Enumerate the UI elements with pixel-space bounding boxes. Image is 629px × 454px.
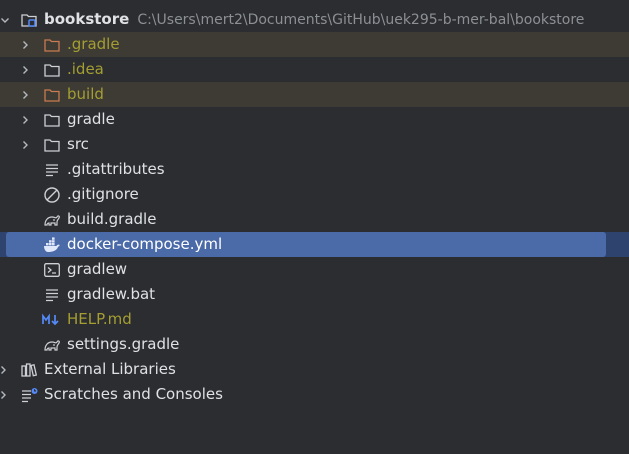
- tree-row-src[interactable]: src: [0, 132, 629, 157]
- tree-row-external-libraries[interactable]: External Libraries: [0, 357, 629, 382]
- ignore-file-icon: [43, 186, 61, 204]
- tree-row-build-gradle[interactable]: build.gradle: [0, 207, 629, 232]
- chevron-down-icon[interactable]: [0, 7, 12, 32]
- tree-row-project-root[interactable]: bookstore C:\Users\mert2\Documents\GitHub…: [0, 7, 629, 32]
- chevron-right-icon[interactable]: [0, 357, 10, 382]
- tree-row-dot-gradle[interactable]: .gradle: [0, 32, 629, 57]
- gradle-elephant-icon: [43, 211, 61, 229]
- tree-item-label: .gitignore: [67, 185, 139, 203]
- markdown-icon: [41, 311, 63, 329]
- tree-row-gradlew[interactable]: gradlew: [0, 257, 629, 282]
- chevron-right-icon[interactable]: [0, 382, 10, 407]
- project-tree: bookstore C:\Users\mert2\Documents\GitHub…: [0, 0, 629, 454]
- library-icon: [20, 361, 38, 379]
- tree-row-gradlew-bat[interactable]: gradlew.bat: [0, 282, 629, 307]
- tree-item-label: .gradle: [67, 35, 120, 53]
- tree-row-docker-compose[interactable]: docker-compose.yml: [0, 232, 629, 257]
- tree-item-label: src: [67, 135, 89, 153]
- tree-item-label: settings.gradle: [67, 335, 180, 353]
- text-file-icon: [43, 161, 61, 179]
- tree-item-label: build: [67, 85, 104, 103]
- tree-item-label: gradlew.bat: [67, 285, 156, 303]
- project-path: C:\Users\mert2\Documents\GitHub\uek295-b…: [137, 12, 585, 28]
- gradle-elephant-icon: [43, 336, 61, 354]
- docker-whale-icon: [43, 236, 61, 254]
- tree-item-label: gradlew: [67, 260, 128, 278]
- excluded-folder-icon: [43, 36, 61, 54]
- tree-row-build[interactable]: build: [0, 82, 629, 107]
- folder-icon: [43, 111, 61, 129]
- tree-row-settings-gradle[interactable]: settings.gradle: [0, 332, 629, 357]
- tree-item-label: docker-compose.yml: [67, 235, 223, 253]
- tree-row-gitattributes[interactable]: .gitattributes: [0, 157, 629, 182]
- chevron-right-icon[interactable]: [18, 57, 32, 82]
- tree-row-gitignore[interactable]: .gitignore: [0, 182, 629, 207]
- tree-item-label: External Libraries: [44, 360, 176, 378]
- excluded-folder-icon: [43, 86, 61, 104]
- chevron-right-icon[interactable]: [18, 82, 32, 107]
- chevron-right-icon[interactable]: [18, 132, 32, 157]
- project-name: bookstore: [44, 10, 130, 28]
- tree-row-gradle[interactable]: gradle: [0, 107, 629, 132]
- tree-item-label: HELP.md: [67, 310, 132, 328]
- tree-item-label: build.gradle: [67, 210, 157, 228]
- tree-item-label: Scratches and Consoles: [44, 385, 223, 403]
- scratches-icon: [20, 386, 38, 404]
- chevron-right-icon[interactable]: [18, 32, 32, 57]
- tree-row-help-md[interactable]: HELP.md: [0, 307, 629, 332]
- folder-icon: [43, 136, 61, 154]
- tree-item-label: .idea: [67, 60, 104, 78]
- project-root-label: bookstore C:\Users\mert2\Documents\GitHub…: [44, 7, 584, 33]
- tree-item-label: gradle: [67, 110, 115, 128]
- chevron-right-icon[interactable]: [18, 107, 32, 132]
- text-file-icon: [43, 286, 61, 304]
- module-folder-icon: [20, 11, 38, 29]
- shell-script-icon: [43, 261, 61, 279]
- tree-item-label: .gitattributes: [67, 160, 165, 178]
- folder-icon: [43, 61, 61, 79]
- tree-row-dot-idea[interactable]: .idea: [0, 57, 629, 82]
- tree-row-scratches-and-consoles[interactable]: Scratches and Consoles: [0, 382, 629, 407]
